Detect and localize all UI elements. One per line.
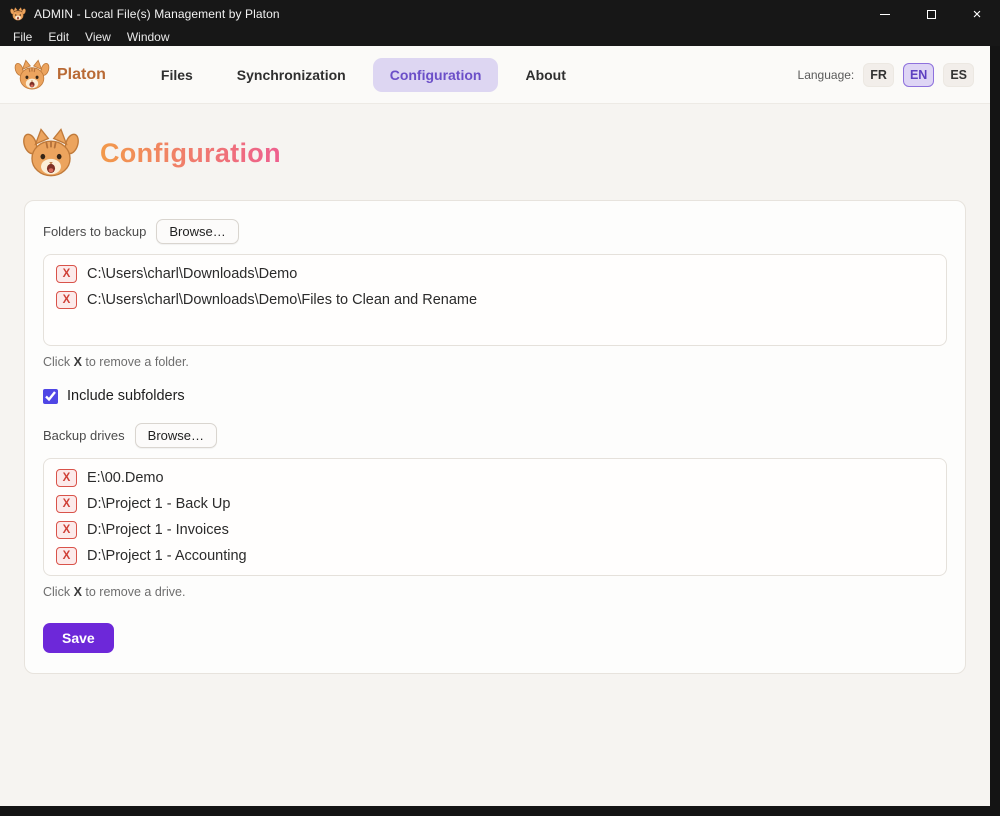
drives-label: Backup drives (43, 428, 125, 443)
remove-drive-button[interactable]: X (56, 547, 77, 565)
window-title: ADMIN - Local File(s) Management by Plat… (34, 7, 280, 21)
include-subfolders-label: Include subfolders (67, 388, 185, 404)
nav-about[interactable]: About (508, 58, 582, 92)
language-label: Language: (797, 67, 855, 82)
main-nav: Files Synchronization Configuration Abou… (144, 57, 583, 92)
hint-text: to remove a folder. (81, 355, 189, 369)
drive-row: X D:\Project 1 - Invoices (56, 521, 934, 539)
page-title: Configuration (100, 137, 281, 168)
drives-label-row: Backup drives Browse… (43, 423, 947, 448)
drive-path: D:\Project 1 - Back Up (87, 496, 231, 512)
app-content: Platon Files Synchronization Configurati… (0, 46, 990, 806)
brand-cat-icon (14, 57, 50, 93)
hint-x: X (73, 585, 82, 599)
drive-path: D:\Project 1 - Accounting (87, 548, 247, 564)
hint-text: to remove a drive. (81, 585, 186, 599)
nav-configuration[interactable]: Configuration (372, 57, 499, 92)
hint-x: X (73, 355, 82, 369)
remove-drive-button[interactable]: X (56, 495, 77, 513)
close-button[interactable]: × (954, 0, 1000, 28)
hint-text: Click (43, 585, 74, 599)
remove-folder-button[interactable]: X (56, 291, 77, 309)
minimize-button[interactable] (862, 0, 908, 28)
drive-row: X D:\Project 1 - Back Up (56, 495, 934, 513)
hint-text: Click (43, 355, 74, 369)
drives-browse-button[interactable]: Browse… (134, 423, 218, 448)
folder-path: C:\Users\charl\Downloads\Demo\Files to C… (87, 292, 478, 308)
window-titlebar: ADMIN - Local File(s) Management by Plat… (0, 0, 1000, 28)
page-cat-icon (22, 124, 80, 182)
menu-edit[interactable]: Edit (41, 29, 76, 45)
folder-row: X C:\Users\charl\Downloads\Demo (56, 265, 934, 283)
configuration-card: Folders to backup Browse… X C:\Users\cha… (24, 200, 966, 674)
folder-row: X C:\Users\charl\Downloads\Demo\Files to… (56, 291, 934, 309)
nav-synchronization[interactable]: Synchronization (220, 58, 363, 92)
remove-drive-button[interactable]: X (56, 521, 77, 539)
drives-hint: Click X to remove a drive. (43, 585, 947, 599)
save-button[interactable]: Save (43, 623, 114, 653)
language-fr-button[interactable]: FR (863, 62, 894, 87)
brand-name: Platon (57, 65, 106, 83)
include-subfolders-checkbox[interactable] (43, 388, 58, 404)
language-switcher: Language: FR EN ES (797, 62, 974, 87)
subfolders-row: Include subfolders (43, 388, 947, 404)
remove-folder-button[interactable]: X (56, 265, 77, 283)
drive-path: E:\00.Demo (87, 470, 164, 486)
drive-path: D:\Project 1 - Invoices (87, 522, 229, 538)
window-controls: × (862, 0, 1000, 28)
close-icon: × (972, 5, 982, 23)
drive-row: X E:\00.Demo (56, 469, 934, 487)
folders-browse-button[interactable]: Browse… (156, 219, 239, 244)
menu-file[interactable]: File (6, 29, 39, 45)
menu-bar: File Edit View Window (0, 28, 1000, 46)
menu-view[interactable]: View (78, 29, 118, 45)
folder-path: C:\Users\charl\Downloads\Demo (87, 266, 298, 282)
brand: Platon (14, 57, 106, 93)
app-header: Platon Files Synchronization Configurati… (0, 46, 990, 104)
language-es-button[interactable]: ES (943, 62, 974, 87)
page-head: Configuration (0, 104, 990, 184)
drive-row: X D:\Project 1 - Accounting (56, 547, 934, 565)
folders-hint: Click X to remove a folder. (43, 355, 947, 369)
maximize-icon (926, 9, 936, 19)
language-en-button[interactable]: EN (902, 62, 935, 87)
app-icon (10, 6, 26, 22)
folders-label-row: Folders to backup Browse… (43, 219, 947, 244)
remove-drive-button[interactable]: X (56, 469, 77, 487)
nav-files[interactable]: Files (144, 58, 210, 92)
menu-window[interactable]: Window (120, 29, 177, 45)
maximize-button[interactable] (908, 0, 954, 28)
folders-label: Folders to backup (43, 224, 147, 239)
drives-list: X E:\00.Demo X D:\Project 1 - Back Up X … (43, 458, 947, 576)
minimize-icon (880, 13, 890, 15)
folders-list: X C:\Users\charl\Downloads\Demo X C:\Use… (43, 254, 947, 346)
